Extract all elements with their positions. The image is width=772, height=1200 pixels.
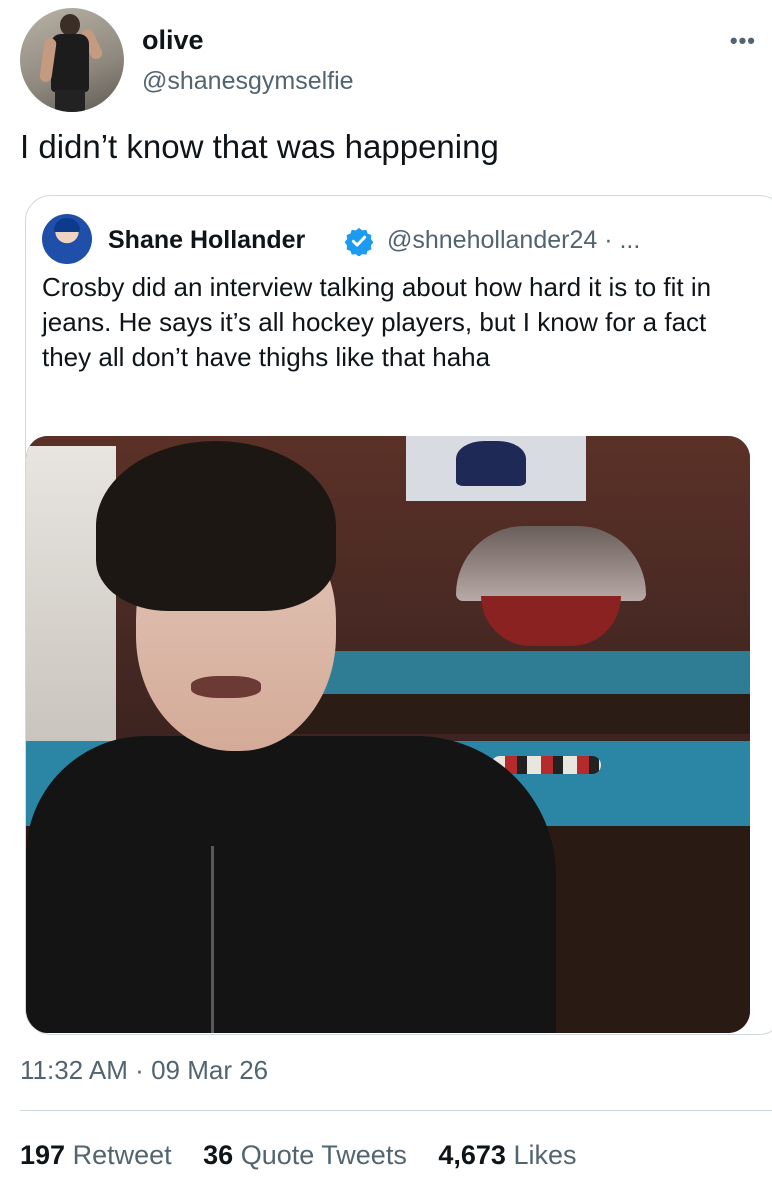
- tweet-stats: 197 Retweet 36 Quote Tweets 4,673 Likes: [20, 1140, 600, 1171]
- tweet-date: 09 Mar 26: [151, 1055, 269, 1085]
- avatar-legs: [55, 90, 85, 112]
- quote-tweets-label: Quote Tweets: [240, 1140, 407, 1170]
- image-zipper: [211, 846, 214, 1033]
- likes-count: 4,673: [438, 1140, 506, 1170]
- retweets-count: 197: [20, 1140, 66, 1170]
- retweets-stat[interactable]: 197 Retweet: [20, 1140, 179, 1170]
- image-person-body: [26, 736, 556, 1033]
- tweet-timestamp[interactable]: 11:32 AM · 09 Mar 26: [20, 1055, 268, 1086]
- timestamp-separator: ·: [135, 1055, 144, 1085]
- image-pool-rail-back: [281, 694, 750, 734]
- author-name[interactable]: olive: [142, 25, 204, 56]
- quoted-tweet-card[interactable]: Shane Hollander @shnehollander24 · ... C…: [25, 195, 772, 1035]
- likes-stat[interactable]: 4,673 Likes: [438, 1140, 576, 1170]
- tweet-text: I didn’t know that was happening: [20, 128, 499, 165]
- quote-tweets-stat[interactable]: 36 Quote Tweets: [203, 1140, 414, 1170]
- quote-tweets-count: 36: [203, 1140, 234, 1170]
- image-banner: [406, 436, 586, 501]
- avatar-head: [60, 14, 80, 36]
- quoted-author-name[interactable]: Shane Hollander: [108, 226, 305, 255]
- verified-badge-icon: [344, 227, 374, 256]
- quoted-tweet-image[interactable]: [26, 436, 750, 1033]
- tweet-header: olive @shanesgymselfie •••: [20, 8, 760, 113]
- author-avatar[interactable]: [20, 8, 124, 112]
- author-handle[interactable]: @shanesgymselfie: [142, 67, 354, 96]
- stats-divider: [20, 1110, 772, 1111]
- quoted-tweet-header: Shane Hollander @shnehollander24 · ...: [42, 214, 762, 264]
- image-pool-table-back: [282, 651, 750, 696]
- avatar-body: [51, 34, 89, 92]
- image-window: [26, 446, 116, 746]
- image-person-mouth: [191, 676, 261, 698]
- quoted-author-avatar[interactable]: [42, 214, 92, 264]
- tweet-time: 11:32 AM: [20, 1055, 128, 1085]
- image-person-hair: [96, 441, 336, 611]
- quoted-tweet-text: Crosby did an interview talking about ho…: [42, 272, 712, 372]
- quoted-author-handle[interactable]: @shnehollander24 · ...: [387, 226, 640, 255]
- helmet-shape: [54, 218, 80, 232]
- retweets-label: Retweet: [72, 1140, 172, 1170]
- more-options-icon[interactable]: •••: [730, 28, 756, 54]
- likes-label: Likes: [513, 1140, 577, 1170]
